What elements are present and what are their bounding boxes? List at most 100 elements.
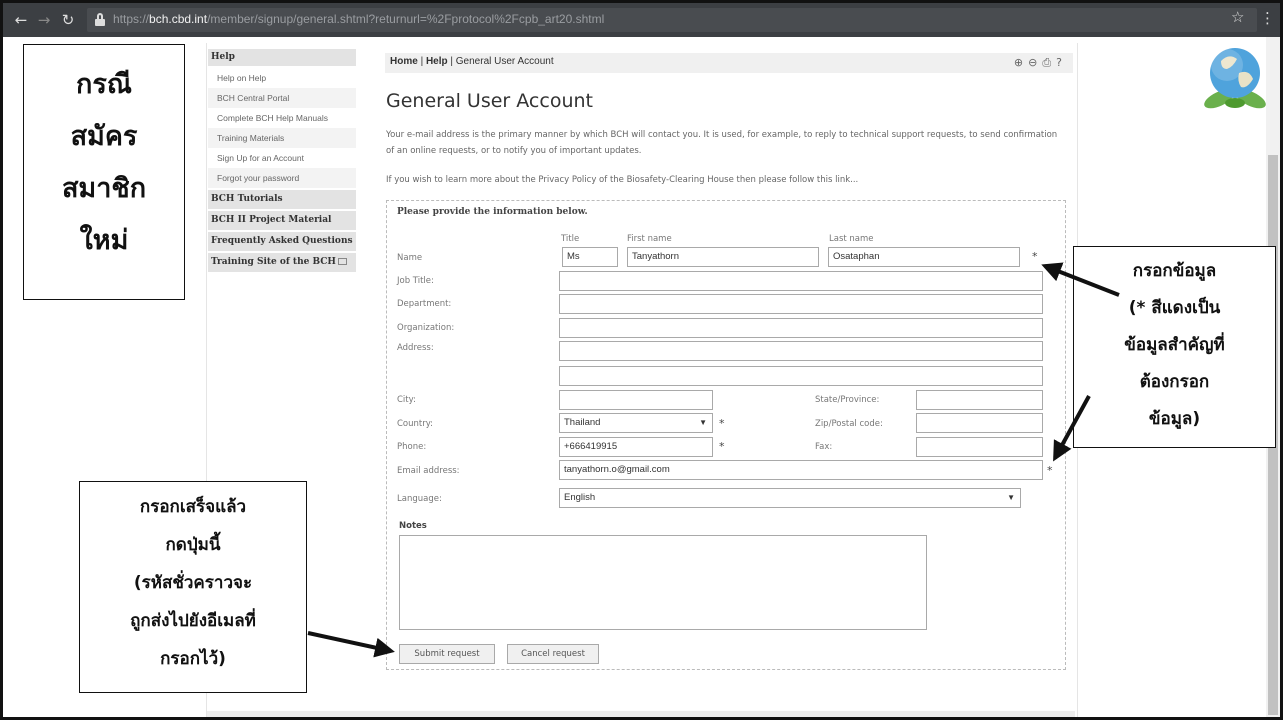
required-marker: * xyxy=(719,440,725,453)
required-marker: * xyxy=(1032,250,1038,263)
zip-input[interactable] xyxy=(916,413,1043,433)
country-select[interactable]: Thailand ▼ xyxy=(559,413,713,433)
menu-kebab-icon[interactable]: ⋮ xyxy=(1260,9,1275,27)
city-label: City: xyxy=(397,395,416,405)
annotation-new-member: กรณี สมัคร สมาชิก ใหม่ xyxy=(23,44,185,300)
first-name-column-header: First name xyxy=(627,234,672,244)
zoom-out-icon[interactable]: ⊖ xyxy=(1028,56,1042,69)
breadcrumb-help[interactable]: Help xyxy=(426,56,448,67)
organization-input[interactable] xyxy=(559,318,1043,338)
language-select[interactable]: English ▼ xyxy=(559,488,1021,508)
cancel-request-button[interactable]: Cancel request xyxy=(507,644,599,664)
address-label: Address: xyxy=(397,343,434,353)
title-input[interactable]: Ms xyxy=(562,247,618,267)
sidebar-item-training-materials[interactable]: Training Materials xyxy=(208,128,356,148)
sidebar-item-faq[interactable]: Frequently Asked Questions xyxy=(208,232,356,251)
annotation-line: ต้องกรอก xyxy=(1139,372,1210,392)
state-input[interactable] xyxy=(916,390,1043,410)
title-column-header: Title xyxy=(561,234,580,244)
phone-input[interactable]: +666419915 xyxy=(559,437,713,457)
external-link-icon xyxy=(337,258,347,265)
state-label: State/Province: xyxy=(815,395,880,405)
email-input[interactable]: tanyathorn.o@gmail.com xyxy=(559,460,1043,480)
sidebar-item-help-on-help[interactable]: Help on Help xyxy=(208,68,356,88)
footer-bar xyxy=(207,711,1075,717)
annotation-line: ใหม่ xyxy=(79,225,129,256)
department-label: Department: xyxy=(397,299,452,309)
url-path: /member/signup/general.shtml?returnurl=%… xyxy=(207,12,605,26)
url-text[interactable]: https://bch.cbd.int/member/signup/genera… xyxy=(113,12,604,26)
city-input[interactable] xyxy=(559,390,713,410)
annotation-submit: กรอกเสร็จแล้ว กดปุ่มนี้ (รหัสชั่วคราวจะ … xyxy=(79,481,307,693)
job-title-label: Job Title: xyxy=(397,276,434,286)
address-line1-input[interactable] xyxy=(559,341,1043,361)
sidebar-item-training-site-label: Training Site of the BCH xyxy=(211,257,336,267)
print-icon[interactable]: ⎙ xyxy=(1042,56,1056,69)
annotation-line: ข้อมูลสำคัญที่ xyxy=(1124,335,1225,355)
sidebar-item-forgot-password[interactable]: Forgot your password xyxy=(208,168,356,188)
sidebar-item-help-manuals[interactable]: Complete BCH Help Manuals xyxy=(208,108,356,128)
form-heading: Please provide the information below. xyxy=(397,207,588,217)
country-label: Country: xyxy=(397,419,434,429)
annotation-line: กรอกไว้) xyxy=(160,649,226,669)
annotation-line: กดปุ่มนี้ xyxy=(165,535,221,555)
sidebar-item-tutorials[interactable]: BCH Tutorials xyxy=(208,190,356,209)
bookmark-star-icon[interactable]: ☆ xyxy=(1231,8,1244,26)
breadcrumb: Home | Help | General User Account ⊕⊖⎙? xyxy=(385,53,1073,73)
department-input[interactable] xyxy=(559,294,1043,314)
name-label: Name xyxy=(397,253,423,263)
annotation-line: สมัคร xyxy=(70,121,138,152)
sidebar-item-training-site[interactable]: Training Site of the BCH xyxy=(208,253,356,272)
annotation-line: กรณี xyxy=(76,69,132,100)
country-value: Thailand xyxy=(564,417,601,428)
url-host: bch.cbd.int xyxy=(149,12,208,26)
chevron-down-icon: ▼ xyxy=(1007,493,1015,502)
annotation-line: (* สีแดงเป็น xyxy=(1128,298,1221,318)
forward-icon[interactable]: → xyxy=(34,10,54,30)
annotation-line: ข้อมูล) xyxy=(1148,409,1201,429)
chevron-down-icon: ▼ xyxy=(699,418,707,427)
notes-label: Notes xyxy=(399,521,427,531)
language-value: English xyxy=(564,492,596,503)
phone-label: Phone: xyxy=(397,442,427,452)
notes-textarea[interactable] xyxy=(399,535,927,630)
breadcrumb-current: General User Account xyxy=(455,56,554,67)
submit-request-button[interactable]: Submit request xyxy=(399,644,495,664)
language-label: Language: xyxy=(397,494,442,504)
zip-label: Zip/Postal code: xyxy=(815,419,883,429)
fax-label: Fax: xyxy=(815,442,833,452)
annotation-line: (รหัสชั่วคราวจะ xyxy=(133,573,253,593)
annotation-fill-info: กรอกข้อมูล (* สีแดงเป็น ข้อมูลสำคัญที่ ต… xyxy=(1073,246,1276,448)
signup-form: Please provide the information below. Ti… xyxy=(386,200,1066,670)
sidebar-item-central-portal[interactable]: BCH Central Portal xyxy=(208,88,356,108)
globe-logo-icon xyxy=(1204,48,1266,109)
address-line2-input[interactable] xyxy=(559,366,1043,386)
address-bar[interactable]: https://bch.cbd.int/member/signup/genera… xyxy=(87,8,1257,32)
last-name-input[interactable]: Osataphan xyxy=(828,247,1020,267)
privacy-link[interactable]: If you wish to learn more about the Priv… xyxy=(386,175,858,185)
fax-input[interactable] xyxy=(916,437,1043,457)
email-label: Email address: xyxy=(397,466,460,476)
first-name-input[interactable]: Tanyathorn xyxy=(627,247,819,267)
lock-icon xyxy=(95,13,105,26)
browser-toolbar: ← → ↻ https://bch.cbd.int/member/signup/… xyxy=(3,3,1280,37)
annotation-line: ถูกส่งไปยังอีเมลที่ xyxy=(130,611,256,631)
required-marker: * xyxy=(1047,464,1053,477)
sidebar-item-sign-up[interactable]: Sign Up for an Account xyxy=(208,148,356,168)
screenshot-frame: ← → ↻ https://bch.cbd.int/member/signup/… xyxy=(0,0,1283,720)
breadcrumb-home[interactable]: Home xyxy=(390,56,418,67)
reload-icon[interactable]: ↻ xyxy=(58,10,78,30)
sidebar-help-heading[interactable]: Help xyxy=(208,49,356,66)
zoom-in-icon[interactable]: ⊕ xyxy=(1014,56,1028,69)
help-icon[interactable]: ? xyxy=(1056,56,1067,69)
sidebar-item-project-material[interactable]: BCH II Project Material xyxy=(208,211,356,230)
annotation-line: กรอกข้อมูล xyxy=(1132,261,1217,281)
annotation-line: สมาชิก xyxy=(61,173,147,204)
last-name-column-header: Last name xyxy=(829,234,874,244)
job-title-input[interactable] xyxy=(559,271,1043,291)
back-icon[interactable]: ← xyxy=(11,10,31,30)
page-title: General User Account xyxy=(386,90,593,112)
intro-text: Your e-mail address is the primary manne… xyxy=(386,130,1058,156)
organization-label: Organization: xyxy=(397,323,455,333)
annotation-line: กรอกเสร็จแล้ว xyxy=(139,497,247,517)
